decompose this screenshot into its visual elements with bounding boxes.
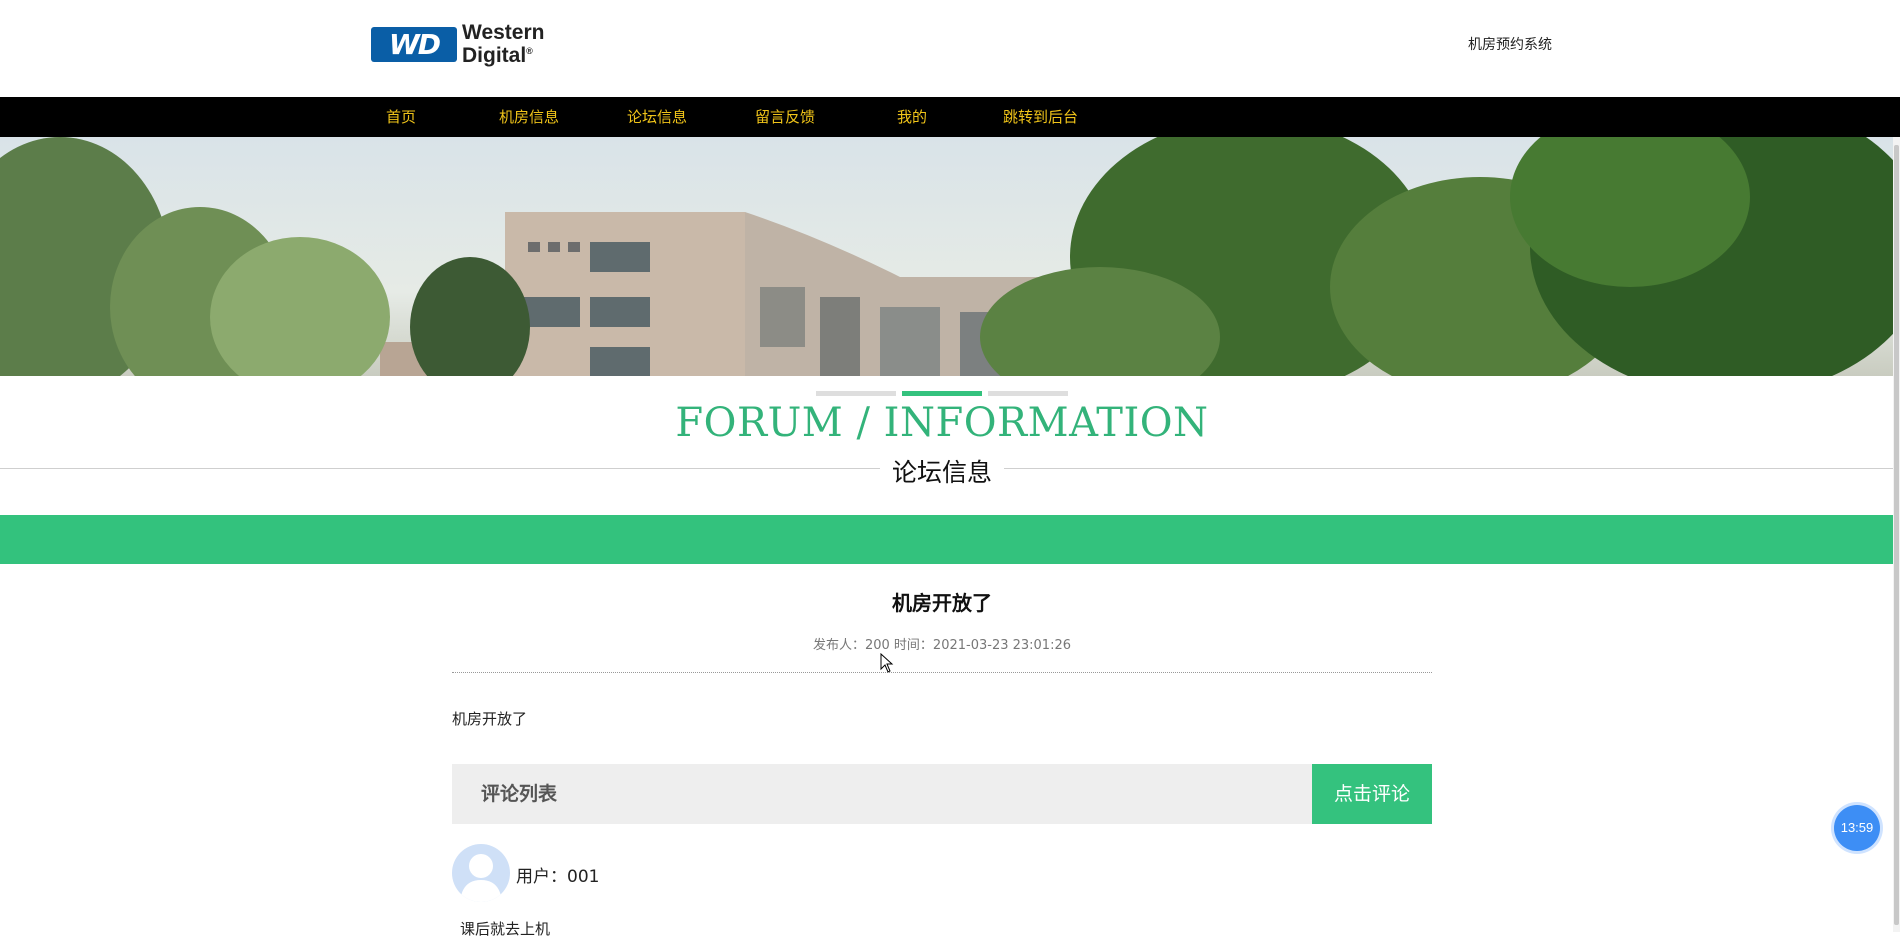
site-title: 机房预约系统 [1468,37,1552,53]
nav-forum[interactable]: 论坛信息 [627,97,687,137]
scrollbar-thumb[interactable] [1894,145,1899,925]
wd-logo-badge: WD [371,27,457,62]
wd-logo-text: Western Digital® [462,21,545,67]
avatar [452,844,510,902]
post-meta: 发布人：200 时间：2021-03-23 23:01:26 [812,638,1071,653]
add-comment-button[interactable]: 点击评论 [1312,764,1432,824]
nav-admin[interactable]: 跳转到后台 [1003,97,1078,137]
post-divider [452,672,1432,673]
carousel-dot-2-active[interactable] [902,391,982,396]
main-nav: 首页 机房信息 论坛信息 留言反馈 我的 跳转到后台 [0,97,1900,137]
section-title-en: FORUM / INFORMATION [675,400,1209,446]
carousel-dot-1[interactable] [816,391,896,396]
wd-logo[interactable]: WD Western Digital® [371,21,545,67]
site-header: WD Western Digital® 机房预约系统 [0,0,1900,97]
nav-feedback[interactable]: 留言反馈 [755,97,815,137]
logo-line-1: Western [462,21,545,44]
comment-text: 课后就去上机 [460,920,551,938]
nav-room-info[interactable]: 机房信息 [499,97,559,137]
logo-line-2: Digital® [462,42,544,67]
post-title: 机房开放了 [892,591,992,615]
comment-list-header: 评论列表 点击评论 [452,764,1432,824]
comment-list-title: 评论列表 [481,783,558,805]
mouse-cursor-icon [880,652,894,677]
banner-image [0,137,1893,376]
logo-registered-mark: ® [526,46,533,56]
comment-user: 用户：001 [516,867,600,887]
logo-line-2-text: Digital [462,44,527,67]
banner-campus-illustration [0,137,1893,376]
post-content: 机房开放了 [452,710,528,728]
user-avatar-icon [460,854,502,902]
section-title-cn: 论坛信息 [880,453,1004,489]
carousel-dot-3[interactable] [988,391,1068,396]
floating-clock[interactable]: 13:59 [1834,805,1880,851]
nav-home[interactable]: 首页 [386,97,416,137]
nav-mine[interactable]: 我的 [897,97,927,137]
green-banner-bar [0,515,1893,564]
